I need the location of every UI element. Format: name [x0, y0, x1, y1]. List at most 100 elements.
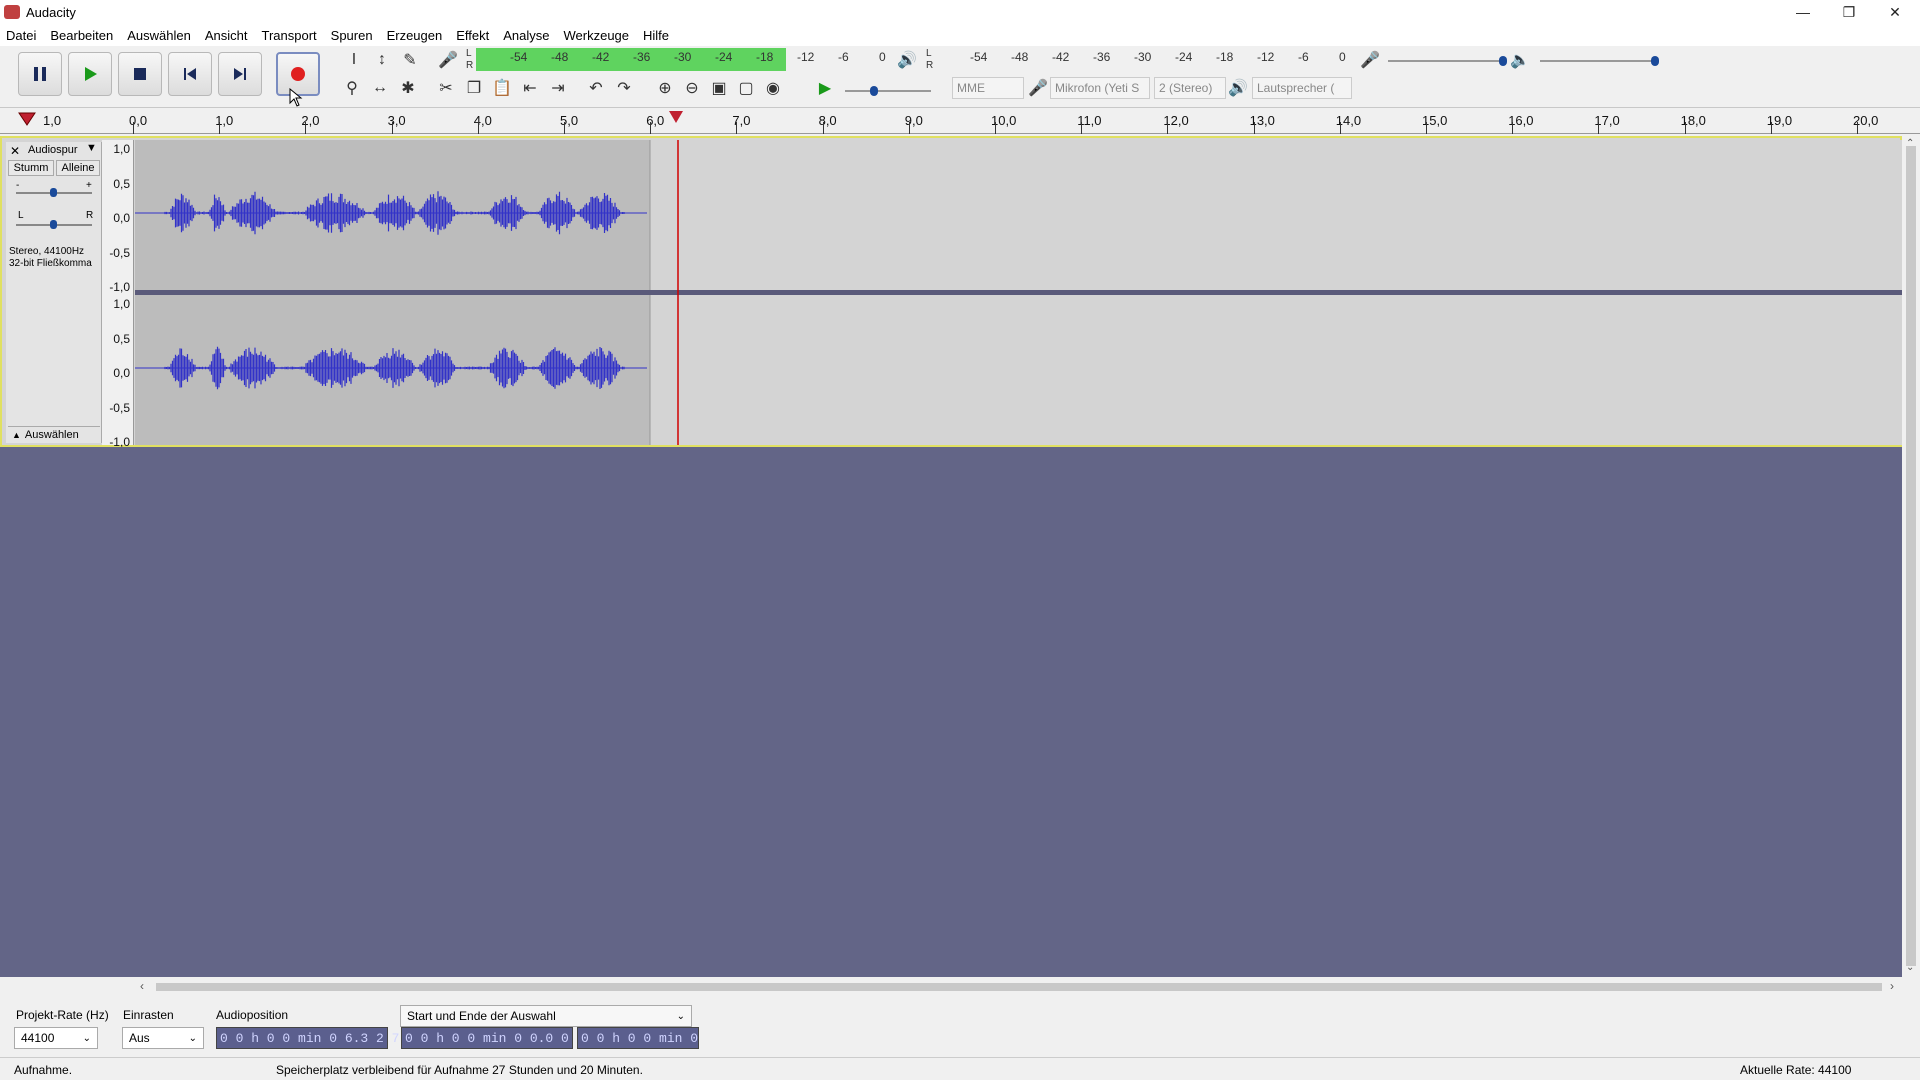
gain-slider-thumb[interactable]	[50, 188, 57, 197]
menu-effekt[interactable]: Effekt	[456, 28, 489, 43]
pause-button[interactable]	[18, 52, 62, 96]
paste-icon[interactable]: 📋	[490, 76, 514, 100]
waveform-area[interactable]	[135, 140, 1902, 445]
ruler-tick-mark	[1426, 122, 1427, 134]
draw-tool-icon[interactable]: ✎	[398, 48, 422, 72]
horizontal-scroll-thumb[interactable]	[156, 983, 1882, 991]
trim-icon[interactable]: ⇤	[518, 76, 542, 100]
play-button[interactable]	[68, 52, 112, 96]
time-shift-tool-icon[interactable]: ↔	[368, 76, 392, 100]
fit-selection-icon[interactable]: ▣	[707, 76, 731, 100]
record-meter-r: R	[466, 60, 474, 71]
zoom-tool-icon[interactable]: ⚲	[340, 76, 364, 100]
record-meter-tick: -42	[592, 50, 610, 64]
pause-icon	[34, 67, 46, 81]
redo-icon[interactable]: ↷	[612, 76, 636, 100]
menu-analyse[interactable]: Analyse	[503, 28, 549, 43]
silence-icon[interactable]: ⇥	[546, 76, 570, 100]
record-meter-tick: -48	[551, 50, 569, 64]
track-close-icon[interactable]: ✕	[8, 144, 22, 158]
timeline-ruler[interactable]: 1,0 0,0 1,0 2,0 3,0 4,0 5,0 6,0 7,0 8,0 9,0 10,0 11…	[0, 108, 1920, 134]
scroll-down-icon[interactable]: ⌄	[1906, 962, 1914, 973]
fit-project-icon[interactable]: ▢	[734, 76, 758, 100]
skip-start-icon	[184, 68, 196, 80]
amplitude-scale-label: 0,0	[113, 211, 130, 225]
menu-ansicht[interactable]: Ansicht	[205, 28, 248, 43]
cut-icon[interactable]: ✂	[434, 76, 458, 100]
close-icon[interactable]: ✕	[1872, 0, 1918, 24]
selection-end-field[interactable]: 0 0 h 0 0 min 0 0.0 0	[577, 1027, 699, 1049]
menu-werkzeuge[interactable]: Werkzeuge	[564, 28, 630, 43]
empty-track-area[interactable]	[0, 447, 1902, 977]
menu-erzeugen[interactable]: Erzeugen	[387, 28, 443, 43]
selection-start-field[interactable]: 0 0 h 0 0 min 0 0.0 0 0 sec	[401, 1027, 616, 1049]
track-select-label: Auswählen	[24, 429, 79, 441]
play-meter-tick: -6	[1298, 50, 1309, 64]
skip-end-icon	[234, 68, 246, 80]
audio-track[interactable]: ✕ Audiospur ▼ Stumm Alleine - + L R Ster…	[0, 136, 1902, 449]
mute-button[interactable]: Stumm	[8, 160, 54, 176]
vertical-scroll-thumb[interactable]	[1906, 146, 1916, 966]
playhead-marker-icon[interactable]	[668, 110, 684, 124]
audio-position-field[interactable]: 0 0 h 0 0 min 0 6.3 2 7 sec	[216, 1027, 431, 1049]
play-meter-l: L	[926, 48, 932, 59]
menu-datei[interactable]: Datei	[6, 28, 36, 43]
playback-device-select[interactable]: Lautsprecher (	[1252, 77, 1352, 99]
zoom-in-icon[interactable]: ⊕	[653, 76, 677, 100]
stop-button[interactable]	[118, 52, 162, 96]
undo-icon[interactable]: ↶	[584, 76, 608, 100]
scroll-right-icon[interactable]: ›	[1890, 979, 1894, 993]
ruler-tick-mark	[1598, 122, 1600, 134]
zoom-toggle-icon[interactable]: ◉	[761, 76, 785, 100]
audio-host-select[interactable]: MME	[952, 77, 1024, 99]
play-at-speed-icon[interactable]: ▶	[813, 76, 837, 100]
amplitude-scale-label: -0,5	[109, 245, 130, 260]
track-select-button[interactable]: ▲ Auswählen	[8, 426, 100, 442]
gain-plus-label: +	[86, 180, 92, 191]
track-name[interactable]: Audiospur	[28, 144, 78, 156]
play-speed-slider[interactable]	[845, 90, 931, 92]
envelope-tool-icon[interactable]: ↕	[370, 48, 394, 72]
amplitude-scale-label: 1,0	[113, 297, 130, 311]
snap-select[interactable]: Aus ⌄	[122, 1027, 204, 1049]
collapse-track-icon[interactable]: ▲	[12, 430, 21, 440]
selection-mode-select[interactable]: Start und Ende der Auswahl ⌄	[400, 1005, 692, 1027]
audacity-logo-icon	[4, 5, 20, 19]
horizontal-scrollbar[interactable]: ‹ ›	[0, 977, 1920, 997]
menu-hilfe[interactable]: Hilfe	[643, 28, 669, 43]
ruler-tick-mark	[908, 122, 910, 134]
menu-auswaehlen[interactable]: Auswählen	[127, 28, 191, 43]
timeline-options-icon[interactable]	[18, 111, 36, 127]
zoom-out-icon[interactable]: ⊖	[680, 76, 704, 100]
menu-transport[interactable]: Transport	[262, 28, 317, 43]
recording-device-select[interactable]: Mikrofon (Yeti S	[1050, 77, 1150, 99]
restore-icon[interactable]: ❐	[1826, 0, 1872, 24]
menu-spuren[interactable]: Spuren	[331, 28, 373, 43]
minimize-icon[interactable]: —	[1780, 0, 1826, 24]
recording-volume-slider[interactable]	[1388, 60, 1506, 62]
amplitude-scale-label: 1,0	[113, 142, 130, 156]
playback-volume-thumb[interactable]	[1651, 56, 1659, 66]
solo-button[interactable]: Alleine	[56, 160, 100, 176]
selection-tool-icon[interactable]: I	[342, 48, 366, 72]
play-meter-r: R	[926, 60, 934, 71]
recording-volume-thumb[interactable]	[1499, 56, 1507, 66]
menu-bearbeiten[interactable]: Bearbeiten	[50, 28, 113, 43]
playback-volume-slider[interactable]	[1540, 60, 1658, 62]
pan-slider-thumb[interactable]	[50, 220, 57, 229]
copy-icon[interactable]: ❐	[462, 76, 486, 100]
recording-channels-select[interactable]: 2 (Stereo)	[1154, 77, 1226, 99]
play-speed-thumb[interactable]	[870, 86, 878, 96]
project-rate-select[interactable]: 44100 ⌄	[14, 1027, 98, 1049]
vertical-scrollbar[interactable]: ⌃ ⌄	[1902, 136, 1920, 977]
input-device-mic-icon: 🎤	[1028, 80, 1048, 97]
track-menu-dropdown-icon[interactable]: ▼	[86, 142, 97, 154]
waveform-svg[interactable]	[135, 140, 1902, 445]
skip-to-start-button[interactable]	[168, 52, 212, 96]
vertical-amplitude-scale[interactable]: 1,0 0,5 0,0 -0,5 -1,0 1,0 0,5 0,0 -0,5 -1,0	[102, 140, 134, 449]
multi-tool-icon[interactable]: ✱	[396, 76, 420, 100]
ruler-tick-mark	[564, 122, 565, 134]
skip-to-end-button[interactable]	[218, 52, 262, 96]
scroll-left-icon[interactable]: ‹	[140, 979, 144, 993]
pan-right-label: R	[86, 210, 94, 221]
